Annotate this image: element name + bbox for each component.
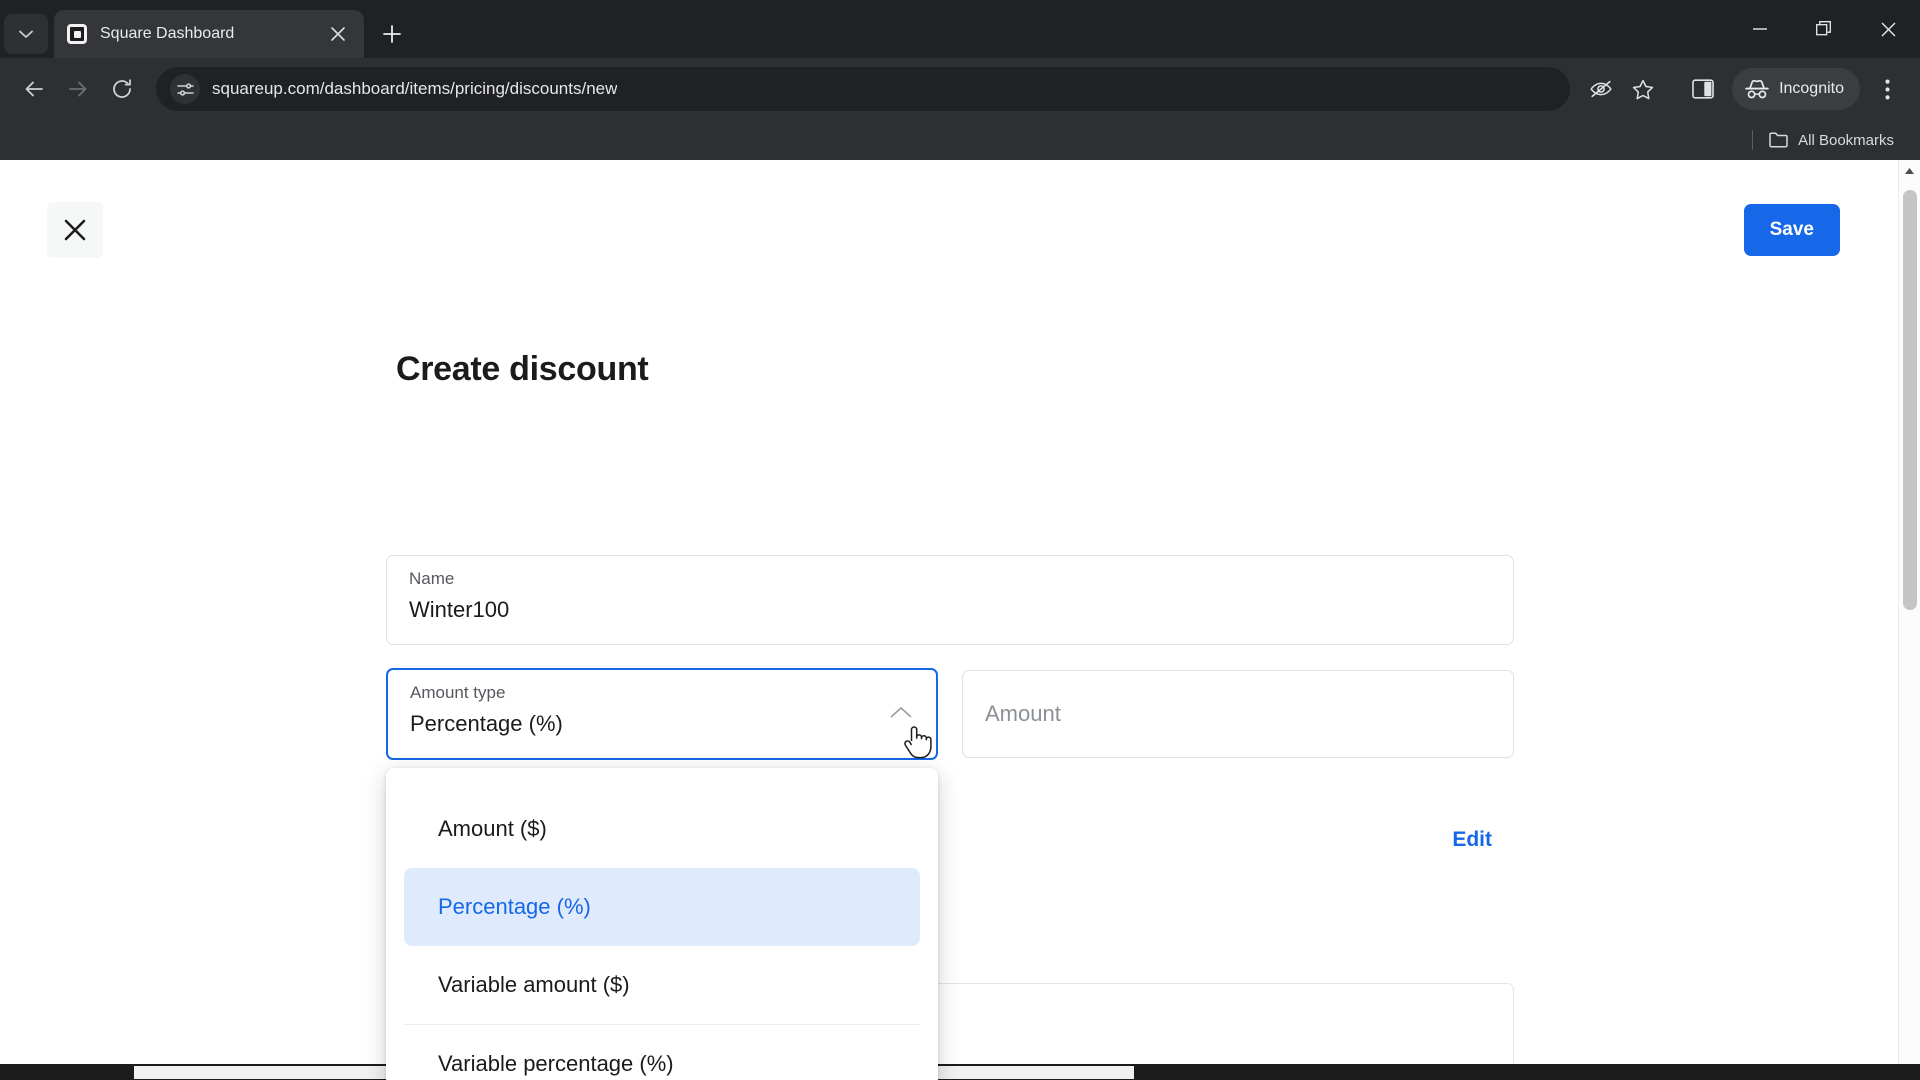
name-field-label: Name <box>409 569 455 588</box>
star-icon <box>1632 79 1654 99</box>
folder-icon <box>1769 132 1788 148</box>
three-dot-menu-icon <box>1884 79 1890 99</box>
bookmark-button[interactable] <box>1622 68 1664 110</box>
restore-icon <box>1816 21 1831 36</box>
window-maximize-button[interactable] <box>1792 0 1856 58</box>
reload-icon <box>113 79 131 98</box>
amount-type-dropdown-menu: Amount ($) Percentage (%) Variable amoun… <box>386 768 938 1080</box>
tab-search-button[interactable] <box>4 14 48 54</box>
close-icon <box>1881 22 1895 36</box>
browser-tab[interactable]: Square Dashboard <box>54 10 364 58</box>
scrollbar-thumb[interactable] <box>1903 190 1917 610</box>
discount-form: Name Winter100 Amount type Percentage (%… <box>0 160 1898 1080</box>
reload-button[interactable] <box>100 67 144 111</box>
amount-input[interactable]: Amount <box>962 670 1514 758</box>
page-viewport: Save Create discount Name Winter100 Amou… <box>0 160 1920 1080</box>
bookmarks-bar: All Bookmarks <box>0 120 1920 160</box>
site-settings-icon[interactable] <box>170 74 200 104</box>
plus-icon <box>383 25 401 43</box>
window-minimize-button[interactable] <box>1728 0 1792 58</box>
all-bookmarks-button[interactable]: All Bookmarks <box>1763 128 1900 153</box>
all-bookmarks-label: All Bookmarks <box>1798 131 1894 149</box>
scroll-up-button[interactable] <box>1899 160 1920 182</box>
incognito-icon <box>1745 79 1769 99</box>
arrow-right-icon <box>69 81 87 97</box>
tune-icon <box>176 82 194 96</box>
url-text: squareup.com/dashboard/items/pricing/dis… <box>212 79 618 98</box>
browser-menu-button[interactable] <box>1866 68 1908 110</box>
side-panel-button[interactable] <box>1682 68 1724 110</box>
create-discount-page: Save Create discount Name Winter100 Amou… <box>0 160 1898 1080</box>
square-logo-icon <box>66 23 88 45</box>
amount-placeholder: Amount <box>985 700 1061 726</box>
tab-close-button[interactable] <box>324 20 352 48</box>
new-tab-button[interactable] <box>372 14 412 54</box>
dropdown-option-amount[interactable]: Amount ($) <box>404 790 920 868</box>
chevron-down-icon <box>19 30 33 38</box>
window-close-button[interactable] <box>1856 0 1920 58</box>
address-bar[interactable]: squareup.com/dashboard/items/pricing/dis… <box>156 67 1571 111</box>
edit-link[interactable]: Edit <box>1452 828 1492 852</box>
profile-label: Incognito <box>1779 80 1844 97</box>
browser-window: Square Dashboard squareup.com/dashboard/… <box>0 0 1920 1080</box>
eye-slash-icon <box>1590 80 1612 98</box>
profile-incognito-button[interactable]: Incognito <box>1732 68 1860 110</box>
tracking-protection-button[interactable] <box>1580 68 1622 110</box>
tab-title: Square Dashboard <box>100 25 235 42</box>
name-field-value: Winter100 <box>409 596 510 622</box>
horizontal-scrollbar[interactable] <box>0 1064 1920 1080</box>
back-button[interactable] <box>12 67 56 111</box>
amount-type-label: Amount type <box>410 683 506 702</box>
dropdown-option-variable-percentage[interactable]: Variable percentage (%) <box>404 1025 920 1080</box>
forward-button[interactable] <box>56 67 100 111</box>
browser-toolbar: squareup.com/dashboard/items/pricing/dis… <box>0 58 1920 120</box>
tab-strip: Square Dashboard <box>0 0 1920 58</box>
window-controls <box>1728 0 1920 58</box>
arrow-left-icon <box>25 81 43 97</box>
dropdown-option-variable-amount[interactable]: Variable amount ($) <box>404 946 920 1024</box>
side-panel-icon <box>1692 79 1714 99</box>
minimize-icon <box>1753 28 1767 30</box>
amount-type-value: Percentage (%) <box>410 710 563 736</box>
dropdown-option-percentage[interactable]: Percentage (%) <box>404 868 920 946</box>
bookmarks-divider <box>1752 130 1754 150</box>
vertical-scrollbar[interactable] <box>1898 160 1920 1080</box>
name-field[interactable]: Name Winter100 <box>386 555 1514 645</box>
caret-up-icon <box>1905 168 1914 174</box>
close-icon <box>331 27 345 41</box>
amount-type-select[interactable]: Amount type Percentage (%) <box>386 668 938 760</box>
